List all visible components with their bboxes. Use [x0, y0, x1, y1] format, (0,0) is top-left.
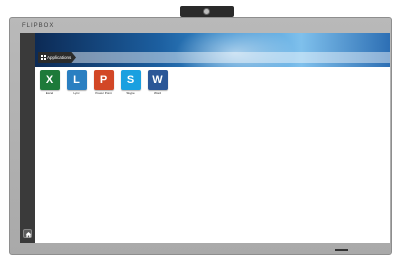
app-tile-skype[interactable]: S Skype	[119, 70, 142, 95]
lync-icon: L	[66, 70, 87, 90]
app-label: Power Point	[95, 91, 112, 95]
app-tile-excel[interactable]: X Excel	[38, 70, 61, 95]
power-indicator	[335, 249, 348, 251]
camera-lens	[203, 8, 210, 15]
applications-tab-label: Applications	[47, 55, 72, 60]
brand-logo: FLIPBOX	[22, 23, 55, 29]
app-tile-word[interactable]: W Word	[146, 70, 169, 95]
app-tile-lync[interactable]: L Lync	[65, 70, 88, 95]
banner-bar	[63, 52, 390, 63]
app-label: Word	[153, 91, 162, 95]
excel-icon: X	[39, 70, 60, 90]
app-label: Lync	[73, 91, 80, 95]
screen: Applications X Excel L Lync P Power Poin…	[20, 33, 390, 243]
app-tile-powerpoint[interactable]: P Power Point	[92, 70, 115, 95]
home-button[interactable]	[23, 229, 32, 238]
word-icon: W	[147, 70, 168, 90]
powerpoint-icon: P	[93, 70, 114, 90]
header-banner: Applications	[35, 33, 390, 67]
applications-tab[interactable]: Applications	[38, 52, 76, 63]
webcam	[180, 6, 234, 17]
app-label: Excel	[45, 91, 54, 95]
home-icon	[25, 232, 32, 238]
skype-icon: S	[120, 70, 141, 90]
left-sidebar	[20, 33, 35, 243]
app-label: Skype	[126, 91, 135, 95]
windows-icon	[41, 55, 46, 60]
app-grid: X Excel L Lync P Power Point S Skype W W…	[38, 70, 169, 95]
